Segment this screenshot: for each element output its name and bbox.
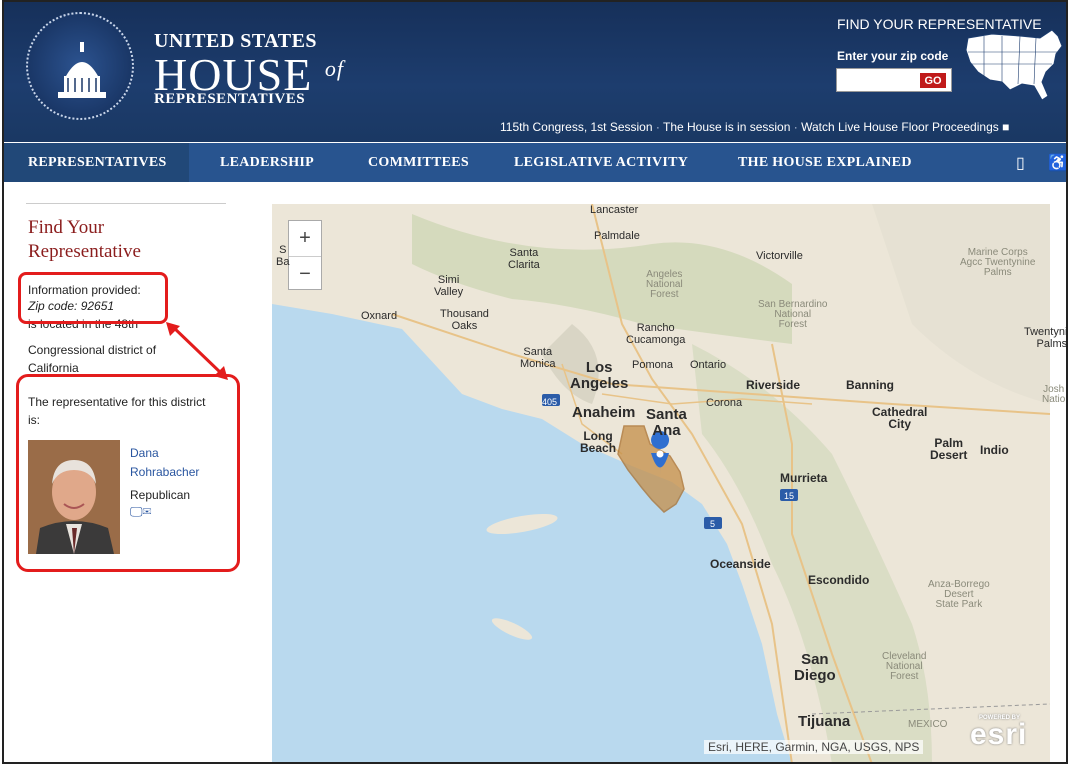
highlight-box-zip	[18, 272, 168, 324]
map-label-oceanside: Oceanside	[710, 557, 771, 571]
map-label-marine-corps: Marine Corps Agcc Twentynine Palms	[960, 247, 1036, 278]
map-label-santa-clarita: Santa Clarita	[508, 247, 540, 271]
map-attribution[interactable]: Esri, HERE, Garmin, NGA, USGS, NPS	[704, 740, 924, 754]
separator: ·	[793, 120, 798, 134]
district-text-line3: California	[28, 361, 79, 374]
nav-house-explained[interactable]: THE HOUSE EXPLAINED	[738, 143, 912, 182]
map-label-pomona: Pomona	[632, 359, 673, 371]
map-label-long-beach: Long Beach	[580, 429, 617, 455]
highway-15-shield: 15	[784, 491, 795, 501]
page-title: Find Your Representative	[28, 217, 141, 262]
map-label-twentynine-palms: Twentynine Palms	[1024, 326, 1068, 350]
highway-405-shield: 405	[542, 397, 558, 407]
map-label-corona: Corona	[706, 397, 743, 409]
accessibility-icon[interactable]: ♿	[1048, 153, 1066, 173]
map-label-victorville: Victorville	[756, 250, 803, 262]
congress-session-text: 115th Congress, 1st Session	[500, 120, 653, 134]
map-label-san-diego: San Diego	[794, 651, 836, 684]
map-label-riverside: Riverside	[746, 378, 801, 392]
zoom-in-button[interactable]: +	[289, 221, 321, 256]
map-label-murrieta: Murrieta	[780, 471, 828, 485]
highlight-box-representative	[16, 374, 240, 572]
capitol-seal-logo[interactable]	[26, 12, 134, 120]
go-button[interactable]: GO	[919, 72, 947, 89]
district-text-line2: Congressional district of	[28, 343, 157, 357]
brand-representatives: REPRESENTATIVES	[154, 91, 306, 107]
house-status-text: The House is in session	[663, 120, 791, 134]
map-label-banning: Banning	[846, 378, 894, 392]
nav-legislative-activity[interactable]: LEGISLATIVE ACTIVITY	[514, 143, 688, 182]
zoom-out-button[interactable]: −	[289, 256, 321, 291]
site-header: UNITED STATES HOUSE of REPRESENTATIVES F…	[4, 2, 1066, 142]
us-map-icon[interactable]	[962, 24, 1066, 108]
map-label-lancaster: Lancaster	[590, 204, 639, 216]
map-label-ontario: Ontario	[690, 359, 727, 371]
highway-5-shield: 5	[710, 519, 716, 529]
map-label-tijuana: Tijuana	[798, 713, 851, 730]
nav-leadership[interactable]: LEADERSHIP	[220, 143, 314, 182]
brand-of-text: of	[324, 56, 344, 81]
watch-live-link[interactable]: Watch Live House Floor Proceedings	[801, 120, 999, 134]
esri-logo[interactable]: esri	[970, 718, 1027, 752]
map-label-angeles-forest: Angeles National Forest	[646, 269, 683, 300]
separator: ·	[655, 120, 660, 134]
double-arrow-annotation	[166, 322, 228, 380]
browser-frame: UNITED STATES HOUSE of REPRESENTATIVES F…	[2, 0, 1068, 764]
nav-representatives[interactable]: REPRESENTATIVES	[4, 143, 189, 182]
sidebar-divider	[26, 203, 226, 204]
map-label-palmdale: Palmdale	[594, 230, 640, 242]
map-label-palm-desert: Palm Desert	[930, 436, 968, 462]
mobile-icon[interactable]: ▯	[1016, 153, 1025, 173]
map-label-simi-valley: Simi Valley	[434, 274, 464, 298]
map-label-indio: Indio	[980, 443, 1009, 457]
session-status-bar: 115th Congress, 1st Session · The House …	[500, 120, 1009, 134]
map-label-santa-monica: Santa Monica	[520, 346, 556, 370]
map-label-cleveland-forest: Cleveland National Forest	[882, 651, 927, 682]
video-camera-icon[interactable]: ■	[1002, 120, 1009, 134]
map-label-mexico: MEXICO	[908, 719, 948, 730]
map-label-sb-forest: San Bernardino National Forest	[758, 299, 828, 330]
map-label-joshua: Josh Natio	[1042, 384, 1066, 405]
map-label-cathedral-city: Cathedral City	[872, 405, 928, 431]
map-label-anza-borrego: Anza-Borrego Desert State Park	[928, 579, 990, 610]
map-label-los-angeles: Los Angeles	[570, 359, 629, 392]
zip-code-label: Enter your zip code	[837, 49, 949, 63]
map-label-escondido: Escondido	[808, 573, 870, 587]
map-label-santa-ana: Santa Ana	[646, 406, 687, 439]
map-label-oxnard: Oxnard	[361, 310, 398, 322]
map-label-rancho-cucamonga: Rancho Cucamonga	[626, 322, 686, 346]
nav-committees[interactable]: COMMITTEES	[368, 143, 469, 182]
map-zoom-control: + −	[288, 220, 322, 290]
map-label-thousand-oaks: Thousand Oaks	[440, 308, 489, 332]
map-label-edge-fragment: S Ba	[276, 244, 290, 268]
main-nav: REPRESENTATIVES LEADERSHIP COMMITTEES LE…	[4, 143, 1066, 182]
find-representative-box: FIND YOUR REPRESENTATIVE Enter your zip …	[830, 10, 1066, 120]
map-label-anaheim: Anaheim	[572, 404, 636, 421]
